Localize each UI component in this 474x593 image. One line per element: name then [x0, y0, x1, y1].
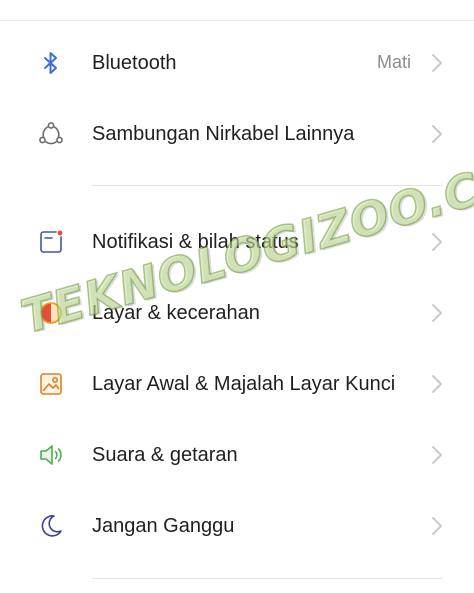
settings-item-label: Layar Awal & Majalah Layar Kunci — [92, 372, 396, 395]
settings-item-display-brightness[interactable]: Layar & kecerahan — [0, 277, 474, 348]
chevron-right-icon — [430, 124, 444, 144]
settings-item-label: Layar & kecerahan — [92, 301, 260, 324]
bottom-divider — [92, 578, 442, 579]
bluetooth-icon — [36, 48, 66, 78]
wallpaper-icon — [36, 369, 66, 399]
sound-icon — [36, 440, 66, 470]
chevron-right-icon — [430, 516, 444, 536]
bluetooth-status-value: Mati — [376, 52, 411, 72]
chevron-right-icon — [430, 374, 444, 394]
settings-item-home-lock-screen[interactable]: Layar Awal & Majalah Layar Kunci — [0, 348, 474, 419]
chevron-right-icon — [430, 53, 444, 73]
wireless-connections-icon — [36, 119, 66, 149]
settings-item-do-not-disturb[interactable]: Jangan Ganggu — [0, 490, 474, 561]
settings-item-notifications[interactable]: Notifikasi & bilah status — [0, 206, 474, 277]
settings-item-wireless-connections[interactable]: Sambungan Nirkabel Lainnya — [0, 98, 474, 169]
settings-list: Bluetooth Mati Sambungan Nirkabel Lainny… — [0, 27, 474, 561]
chevron-right-icon — [430, 303, 444, 323]
settings-item-label: Bluetooth — [92, 51, 177, 74]
settings-item-label: Jangan Ganggu — [92, 514, 235, 537]
settings-item-label: Sambungan Nirkabel Lainnya — [92, 122, 355, 145]
notification-status-bar-icon — [36, 227, 66, 257]
chevron-right-icon — [430, 232, 444, 252]
chevron-right-icon — [430, 445, 444, 465]
moon-icon — [36, 511, 66, 541]
settings-item-label: Suara & getaran — [92, 443, 238, 466]
section-divider — [0, 169, 474, 206]
settings-item-bluetooth[interactable]: Bluetooth Mati — [0, 27, 474, 98]
settings-item-label: Notifikasi & bilah status — [92, 230, 299, 253]
settings-item-sound-vibration[interactable]: Suara & getaran — [0, 419, 474, 490]
top-divider — [0, 20, 474, 21]
display-brightness-icon — [36, 298, 66, 328]
